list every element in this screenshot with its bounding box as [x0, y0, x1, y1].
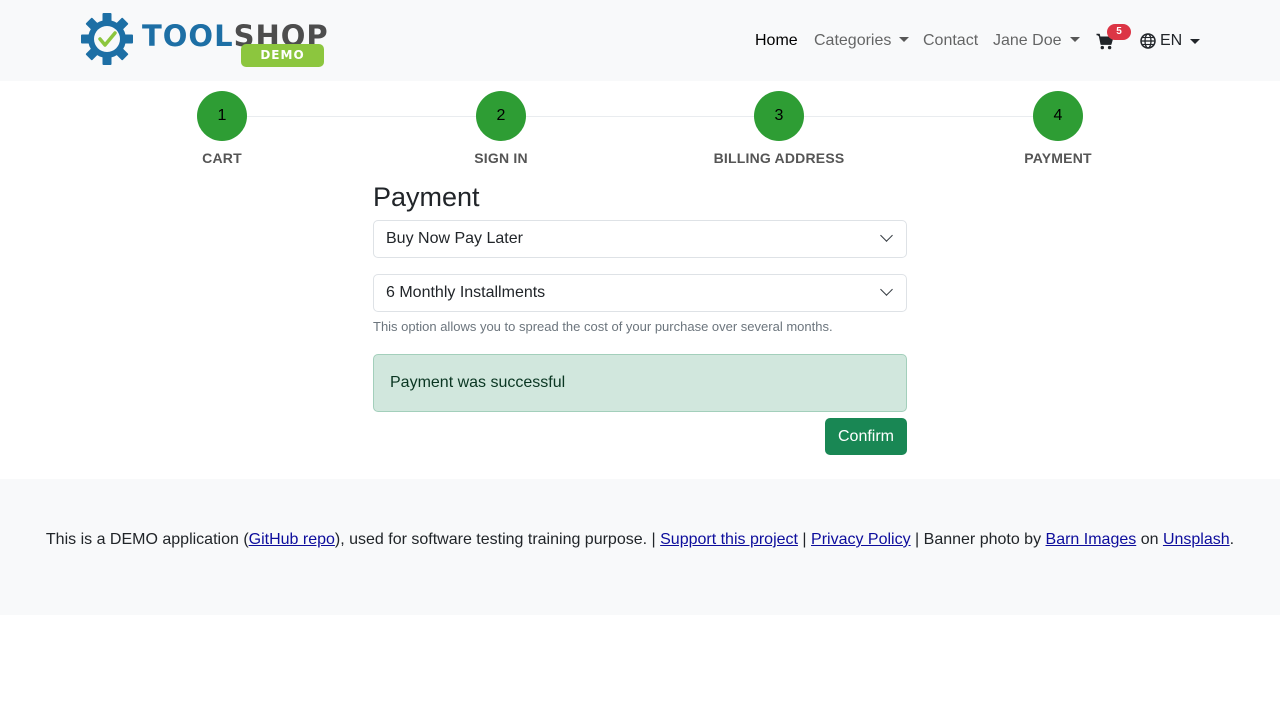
checkout-stepper: 1 CART 2 SIGN IN 3 BILLING ADDRESS 4 PAY…	[0, 81, 1280, 181]
step-label: PAYMENT	[1024, 150, 1092, 166]
installments-help-text: This option allows you to spread the cos…	[373, 319, 833, 334]
step-number: 2	[476, 91, 526, 141]
cart-count-badge: 5	[1107, 24, 1131, 40]
footer: This is a DEMO application (GitHub repo)…	[0, 479, 1280, 615]
language-dropdown[interactable]: EN	[1140, 31, 1201, 51]
payment-success-alert: Payment was successful	[373, 354, 907, 412]
step-label: SIGN IN	[474, 150, 528, 166]
footer-text-part: .	[1229, 531, 1235, 548]
step-sign-in: 2 SIGN IN	[401, 91, 601, 166]
nav-home-link[interactable]: Home	[755, 31, 798, 51]
caret-down-icon	[1069, 37, 1080, 42]
caret-down-icon	[1190, 38, 1201, 44]
navbar: TOOLSHOP DEMO Home Categories Contact Ja…	[0, 0, 1280, 81]
gear-check-icon	[81, 13, 133, 65]
installments-select[interactable]: 6 Monthly Installments	[373, 274, 907, 312]
toolshop-logo[interactable]: TOOLSHOP DEMO	[80, 12, 330, 70]
logo-word-tool: TOOL	[142, 19, 234, 53]
footer-text-part: |	[797, 531, 812, 548]
step-number: 4	[1033, 91, 1083, 141]
logo-demo-badge: DEMO	[241, 44, 324, 67]
chevron-down-icon	[880, 283, 893, 296]
footer-text-part: | Banner photo by	[910, 531, 1046, 548]
step-billing-address: 3 BILLING ADDRESS	[679, 91, 879, 166]
barn-images-link[interactable]: Barn Images	[1046, 531, 1137, 548]
privacy-policy-link[interactable]: Privacy Policy	[811, 531, 911, 548]
stepper-line	[222, 116, 1058, 117]
nav-user-dropdown[interactable]: Jane Doe	[993, 31, 1080, 51]
step-label: BILLING ADDRESS	[713, 150, 845, 166]
language-label: EN	[1160, 32, 1183, 49]
caret-down-icon	[899, 37, 910, 42]
support-project-link[interactable]: Support this project	[660, 531, 798, 548]
globe-icon	[1140, 33, 1156, 49]
cart-button[interactable]: 5	[1096, 24, 1136, 53]
footer-text-part: ), used for software testing training pu…	[334, 531, 661, 548]
footer-text-part: on	[1136, 531, 1163, 548]
payment-method-value: Buy Now Pay Later	[386, 230, 523, 247]
nav-contact-link[interactable]: Contact	[923, 31, 978, 51]
github-repo-link[interactable]: GitHub repo	[249, 531, 335, 548]
footer-text-part: This is a DEMO application (	[45, 531, 249, 548]
confirm-button[interactable]: Confirm	[825, 418, 907, 455]
step-label: CART	[202, 150, 242, 166]
payment-title: Payment	[373, 182, 480, 212]
footer-text: This is a DEMO application (GitHub repo)…	[0, 530, 1280, 550]
installments-value: 6 Monthly Installments	[386, 284, 546, 301]
step-number: 1	[197, 91, 247, 141]
payment-section: Payment Buy Now Pay Later 6 Monthly Inst…	[373, 180, 907, 455]
step-number: 3	[754, 91, 804, 141]
step-cart: 1 CART	[122, 91, 322, 166]
nav-categories-label: Categories	[814, 32, 892, 49]
step-payment: 4 PAYMENT	[958, 91, 1158, 166]
nav-user-label: Jane Doe	[993, 32, 1062, 49]
chevron-down-icon	[880, 229, 893, 242]
unsplash-link[interactable]: Unsplash	[1163, 531, 1230, 548]
payment-method-select[interactable]: Buy Now Pay Later	[373, 220, 907, 258]
nav-categories-dropdown[interactable]: Categories	[814, 31, 910, 51]
